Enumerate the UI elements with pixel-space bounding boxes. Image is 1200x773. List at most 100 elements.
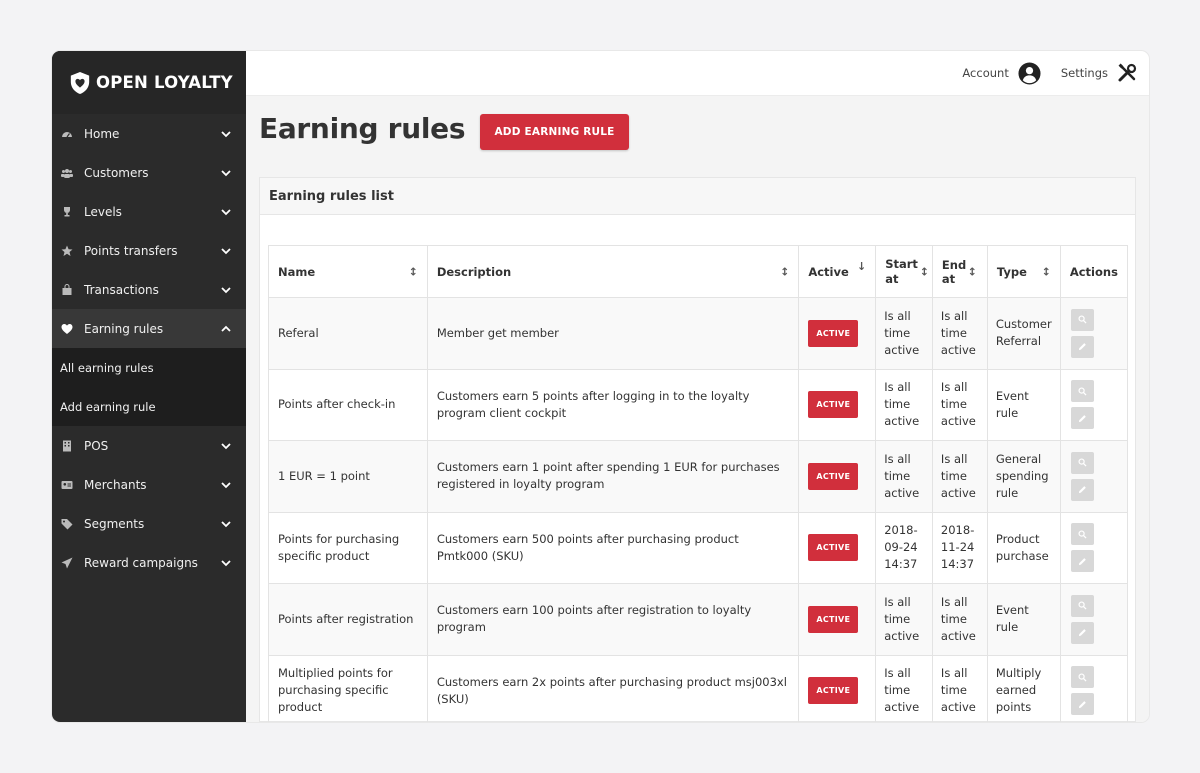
column-header-name[interactable]: Name ↕ bbox=[268, 245, 428, 298]
chevron-down-icon[interactable] bbox=[220, 479, 232, 491]
star-icon bbox=[60, 245, 74, 257]
sidebar-item-merchants[interactable]: Merchants bbox=[52, 465, 246, 504]
view-button[interactable] bbox=[1070, 451, 1094, 474]
id-card-icon bbox=[60, 479, 74, 491]
edit-button[interactable] bbox=[1070, 693, 1094, 716]
sidebar-item-label: Customers bbox=[84, 165, 149, 180]
column-header-active[interactable]: Active ↓ bbox=[798, 245, 877, 298]
sidebar-item-segments[interactable]: Segments bbox=[52, 504, 246, 543]
sidebar-item-earning-rules[interactable]: Earning rules bbox=[52, 309, 246, 348]
cell-active: ACTIVE bbox=[798, 511, 877, 584]
account-label: Account bbox=[962, 66, 1009, 80]
status-badge: ACTIVE bbox=[808, 534, 859, 562]
cell-end-at: Is all time active bbox=[931, 297, 988, 370]
cell-actions bbox=[1059, 297, 1129, 370]
edit-button[interactable] bbox=[1070, 621, 1094, 644]
settings-link[interactable]: Settings bbox=[1061, 63, 1137, 83]
cell-actions bbox=[1059, 368, 1129, 441]
column-header-end-at[interactable]: End at ↕ bbox=[931, 245, 988, 298]
sidebar-item-levels[interactable]: Levels bbox=[52, 192, 246, 231]
cell-start-at: Is all time active bbox=[875, 583, 933, 656]
chevron-down-icon[interactable] bbox=[220, 206, 232, 218]
cell-start-at: Is all time active bbox=[875, 297, 933, 370]
view-button[interactable] bbox=[1070, 308, 1094, 331]
sort-icon[interactable]: ↕ bbox=[968, 265, 977, 278]
cell-name: 1 EUR = 1 point bbox=[268, 440, 428, 513]
sort-icon[interactable]: ↕ bbox=[1042, 265, 1051, 278]
brand-logo[interactable]: OPEN LOYALTY bbox=[52, 51, 246, 114]
sort-icon[interactable]: ↕ bbox=[920, 264, 929, 279]
edit-button[interactable] bbox=[1070, 478, 1094, 501]
pencil-icon bbox=[1078, 700, 1086, 708]
status-badge: ACTIVE bbox=[808, 462, 859, 490]
sidebar-item-customers[interactable]: Customers bbox=[52, 153, 246, 192]
sort-desc-icon[interactable]: ↓ bbox=[857, 260, 866, 273]
view-button[interactable] bbox=[1070, 666, 1094, 689]
brand-name: OPEN LOYALTY bbox=[96, 73, 233, 92]
row-actions bbox=[1070, 308, 1118, 358]
trophy-icon bbox=[60, 206, 74, 218]
table-row: 1 EUR = 1 point Customers earn 1 point af… bbox=[268, 440, 1129, 513]
search-icon bbox=[1078, 601, 1087, 610]
shield-heart-icon bbox=[70, 71, 90, 94]
edit-button[interactable] bbox=[1070, 550, 1094, 573]
cell-active: ACTIVE bbox=[798, 440, 877, 513]
cell-end-at: Is all time active bbox=[931, 583, 988, 656]
cell-start-at: Is all time active bbox=[875, 368, 933, 441]
chevron-up-icon[interactable] bbox=[220, 323, 232, 335]
sidebar-item-label: Segments bbox=[84, 516, 145, 531]
sidebar-item-label: Merchants bbox=[84, 477, 147, 492]
sidebar-item-label: Points transfers bbox=[84, 243, 178, 258]
search-icon bbox=[1078, 530, 1087, 539]
cell-type: Product purchase bbox=[986, 511, 1061, 584]
edit-button[interactable] bbox=[1070, 407, 1094, 430]
cell-description: Customers earn 1 point after spending 1 … bbox=[426, 440, 800, 513]
cell-start-at: Is all time active bbox=[875, 440, 933, 513]
sidebar-item-home[interactable]: Home bbox=[52, 114, 246, 153]
edit-button[interactable] bbox=[1070, 335, 1094, 358]
chevron-down-icon[interactable] bbox=[220, 128, 232, 140]
column-header-start-at[interactable]: Start at ↕ bbox=[875, 245, 933, 298]
sidebar: OPEN LOYALTY Home Customers Levels Point… bbox=[52, 51, 246, 722]
sort-icon[interactable]: ↕ bbox=[780, 265, 789, 278]
chevron-down-icon[interactable] bbox=[220, 557, 232, 569]
sidebar-item-label: Levels bbox=[84, 204, 122, 219]
row-actions bbox=[1070, 523, 1118, 573]
status-badge: ACTIVE bbox=[808, 605, 859, 633]
cell-description: Customers earn 2x points after purchasin… bbox=[426, 654, 800, 722]
sidebar-subitem-all-earning-rules[interactable]: All earning rules bbox=[52, 348, 246, 387]
cell-name: Points for purchasing specific product bbox=[268, 511, 428, 584]
chevron-down-icon[interactable] bbox=[220, 518, 232, 530]
view-button[interactable] bbox=[1070, 380, 1094, 403]
column-header-description[interactable]: Description ↕ bbox=[426, 245, 800, 298]
column-header-type[interactable]: Type ↕ bbox=[986, 245, 1061, 298]
table-header-row: Name ↕ Description ↕ Active ↓ Start at ↕ End… bbox=[268, 245, 1129, 298]
cell-actions bbox=[1059, 440, 1129, 513]
search-icon bbox=[1078, 387, 1087, 396]
chevron-down-icon[interactable] bbox=[220, 284, 232, 296]
sidebar-item-reward-campaigns[interactable]: Reward campaigns bbox=[52, 543, 246, 582]
sort-icon[interactable]: ↕ bbox=[409, 265, 418, 278]
cell-end-at: Is all time active bbox=[931, 440, 988, 513]
view-button[interactable] bbox=[1070, 523, 1094, 546]
table-body: Referal Member get member ACTIVE Is all tim… bbox=[268, 297, 1129, 722]
chevron-down-icon[interactable] bbox=[220, 440, 232, 452]
sidebar-item-transactions[interactable]: Transactions bbox=[52, 270, 246, 309]
add-earning-rule-button[interactable]: ADD EARNING RULE bbox=[480, 114, 629, 150]
sidebar-item-label: Reward campaigns bbox=[84, 555, 198, 570]
cell-active: ACTIVE bbox=[798, 654, 877, 722]
cell-type: Event rule bbox=[986, 368, 1061, 441]
cell-end-at: Is all time active bbox=[931, 368, 988, 441]
view-button[interactable] bbox=[1070, 594, 1094, 617]
pencil-icon bbox=[1078, 557, 1086, 565]
chevron-down-icon[interactable] bbox=[220, 245, 232, 257]
chevron-down-icon[interactable] bbox=[220, 167, 232, 179]
sidebar-subitem-add-earning-rule[interactable]: Add earning rule bbox=[52, 387, 246, 426]
sidebar-item-label: Earning rules bbox=[84, 321, 164, 336]
search-icon bbox=[1078, 458, 1087, 467]
pencil-icon bbox=[1078, 486, 1086, 494]
sidebar-item-pos[interactable]: POS bbox=[52, 426, 246, 465]
sidebar-item-points-transfers[interactable]: Points transfers bbox=[52, 231, 246, 270]
pencil-icon bbox=[1078, 414, 1086, 422]
account-link[interactable]: Account bbox=[962, 61, 1041, 85]
